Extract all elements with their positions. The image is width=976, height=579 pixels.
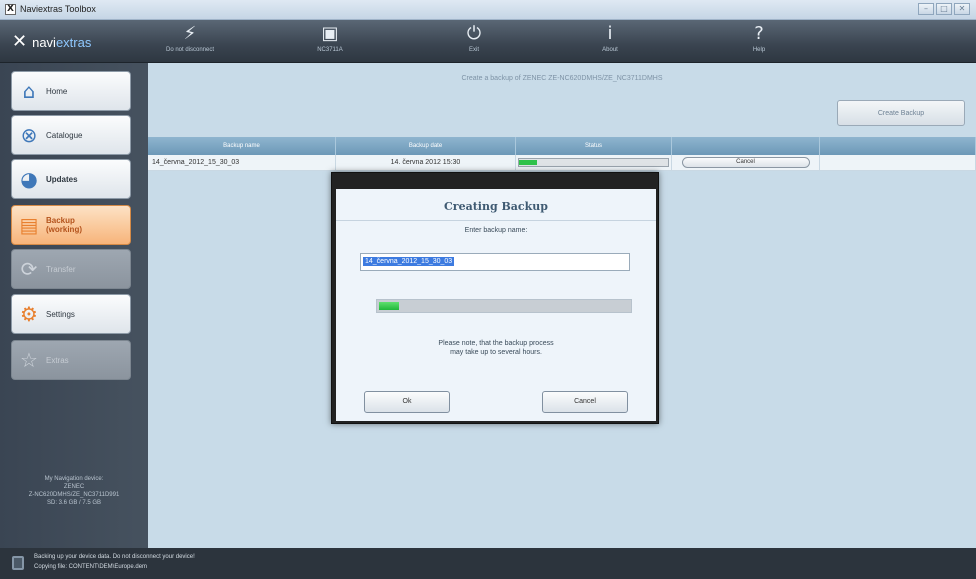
power-icon: ⏻ <box>466 23 482 44</box>
logo-suffix: extras <box>55 34 92 50</box>
backup-status-cell <box>516 155 672 170</box>
window-titlebar: X Naviextras Toolbox – □ ✕ <box>0 0 976 20</box>
toolbar-device[interactable]: ▣ NC3711A <box>290 23 370 53</box>
minimize-icon[interactable]: – <box>918 3 934 15</box>
logo-prefix: navi <box>32 34 56 50</box>
toolbar-exit-label: Exit <box>468 47 479 53</box>
sidebar-item-label: Transfer <box>46 264 76 274</box>
info-icon: i <box>607 23 613 44</box>
catalogue-icon: ⊗ <box>20 123 38 147</box>
backup-name-input[interactable]: 14_června_2012_15_30_03 <box>360 253 630 271</box>
home-icon: ⌂ <box>22 79 36 103</box>
toolbar-device-label: NC3711A <box>317 47 343 53</box>
table-row[interactable]: 14_června_2012_15_30_03 14. června 2012 … <box>148 155 976 171</box>
cancel-button[interactable]: Cancel <box>542 391 628 413</box>
window-controls: – □ ✕ <box>918 3 970 15</box>
backup-name-selected-text: 14_června_2012_15_30_03 <box>363 257 455 266</box>
sidebar-item-label: Extras <box>46 355 69 365</box>
naviextras-logo: ✕ naviextras <box>12 31 92 52</box>
toolbar-exit[interactable]: ⏻ Exit <box>434 23 514 53</box>
toolbar-about[interactable]: i About <box>570 23 650 53</box>
create-backup-button[interactable]: Create Backup <box>837 100 965 126</box>
help-icon: ? <box>754 23 764 44</box>
sidebar-item-transfer: ⟳ Transfer <box>11 249 131 289</box>
backup-date-cell: 14. června 2012 15:30 <box>336 155 516 170</box>
app-icon: X <box>5 4 16 15</box>
backup-table: Backup name Backup date Status 14_června… <box>148 137 976 171</box>
column-header-action <box>672 137 820 155</box>
backup-extra-cell <box>820 155 976 170</box>
status-message: Backing up your device data. Do not disc… <box>34 554 195 560</box>
toolbar-about-label: About <box>602 47 618 53</box>
dialog-note: Please note, that the backup process may… <box>336 339 656 357</box>
backup-action-cell: Cancel <box>672 155 820 170</box>
creating-backup-dialog: Creating Backup Enter backup name: 14_če… <box>331 172 659 424</box>
toolbar-help-label: Help <box>752 47 766 53</box>
page-title: Create a backup of ZENEC ZE-NC620DMHS/ZE… <box>461 75 663 82</box>
dialog-subtitle: Enter backup name: <box>464 227 528 234</box>
toolbar-disconnect-label: Do not disconnect <box>165 47 215 53</box>
backup-name-cell: 14_června_2012_15_30_03 <box>148 155 336 170</box>
row-progress-bar <box>518 158 669 167</box>
sidebar-item-home[interactable]: ⌂ Home <box>11 71 131 111</box>
backup-icon: ▤ <box>19 213 39 237</box>
dialog-title: Creating Backup <box>444 200 548 213</box>
device-icon: ▣ <box>321 23 339 44</box>
device-info: My Navigation device: ZENEC Z-NC620DMHS/… <box>28 476 120 506</box>
dialog-divider <box>336 220 656 221</box>
dialog-body: Creating Backup Enter backup name: 14_če… <box>336 189 656 421</box>
sidebar-item-label: Updates <box>46 174 78 184</box>
sidebar-item-settings[interactable]: ⚙ Settings <box>11 294 131 334</box>
sidebar-item-updates[interactable]: ◕ Updates <box>11 159 131 199</box>
dialog-progress-bar <box>376 299 632 313</box>
sidebar-item-label: Home <box>46 86 68 96</box>
window-title: Naviextras Toolbox <box>20 4 96 14</box>
transfer-icon: ⟳ <box>20 257 38 281</box>
toolbar-disconnect[interactable]: ⚡ Do not disconnect <box>150 23 230 53</box>
updates-icon: ◕ <box>20 167 38 191</box>
column-header-name: Backup name <box>148 137 336 155</box>
plug-icon: ⚡ <box>183 23 197 44</box>
extras-icon: ☆ <box>20 348 38 372</box>
column-header-status: Status <box>516 137 672 155</box>
status-copying-file: Copying file: CONTENT\DEM\Europe.dem <box>34 564 148 570</box>
column-header-extra <box>820 137 976 155</box>
sidebar-item-extras: ☆ Extras <box>11 340 131 380</box>
row-cancel-button[interactable]: Cancel <box>681 157 810 168</box>
sidebar-item-backup[interactable]: ▤ Backup (working) <box>11 205 131 245</box>
table-header: Backup name Backup date Status <box>148 137 976 155</box>
sidebar-item-label: Settings <box>46 309 75 319</box>
close-icon[interactable]: ✕ <box>954 3 970 15</box>
sidebar: ⌂ Home ⊗ Catalogue ◕ Updates ▤ Backup (w… <box>0 63 148 548</box>
sidebar-item-catalogue[interactable]: ⊗ Catalogue <box>11 115 131 155</box>
column-header-date: Backup date <box>336 137 516 155</box>
row-progress-fill <box>519 160 537 165</box>
settings-icon: ⚙ <box>20 302 38 326</box>
dialog-progress-fill <box>379 302 400 310</box>
sidebar-item-label: Backup (working) <box>46 216 82 234</box>
toolbar-help[interactable]: ? Help <box>719 23 799 53</box>
dialog-note-line1: Please note, that the backup process <box>438 340 554 347</box>
dialog-note-line2: may take up to several hours. <box>450 349 542 356</box>
top-toolbar: ✕ naviextras ⚡ Do not disconnect ▣ NC371… <box>0 20 976 63</box>
logo-mark-icon: ✕ <box>12 31 28 52</box>
device-status-icon <box>12 556 24 570</box>
ok-button[interactable]: Ok <box>364 391 450 413</box>
status-bar: Backing up your device data. Do not disc… <box>0 548 976 579</box>
sidebar-item-label: Catalogue <box>46 130 83 140</box>
maximize-icon[interactable]: □ <box>936 3 952 15</box>
